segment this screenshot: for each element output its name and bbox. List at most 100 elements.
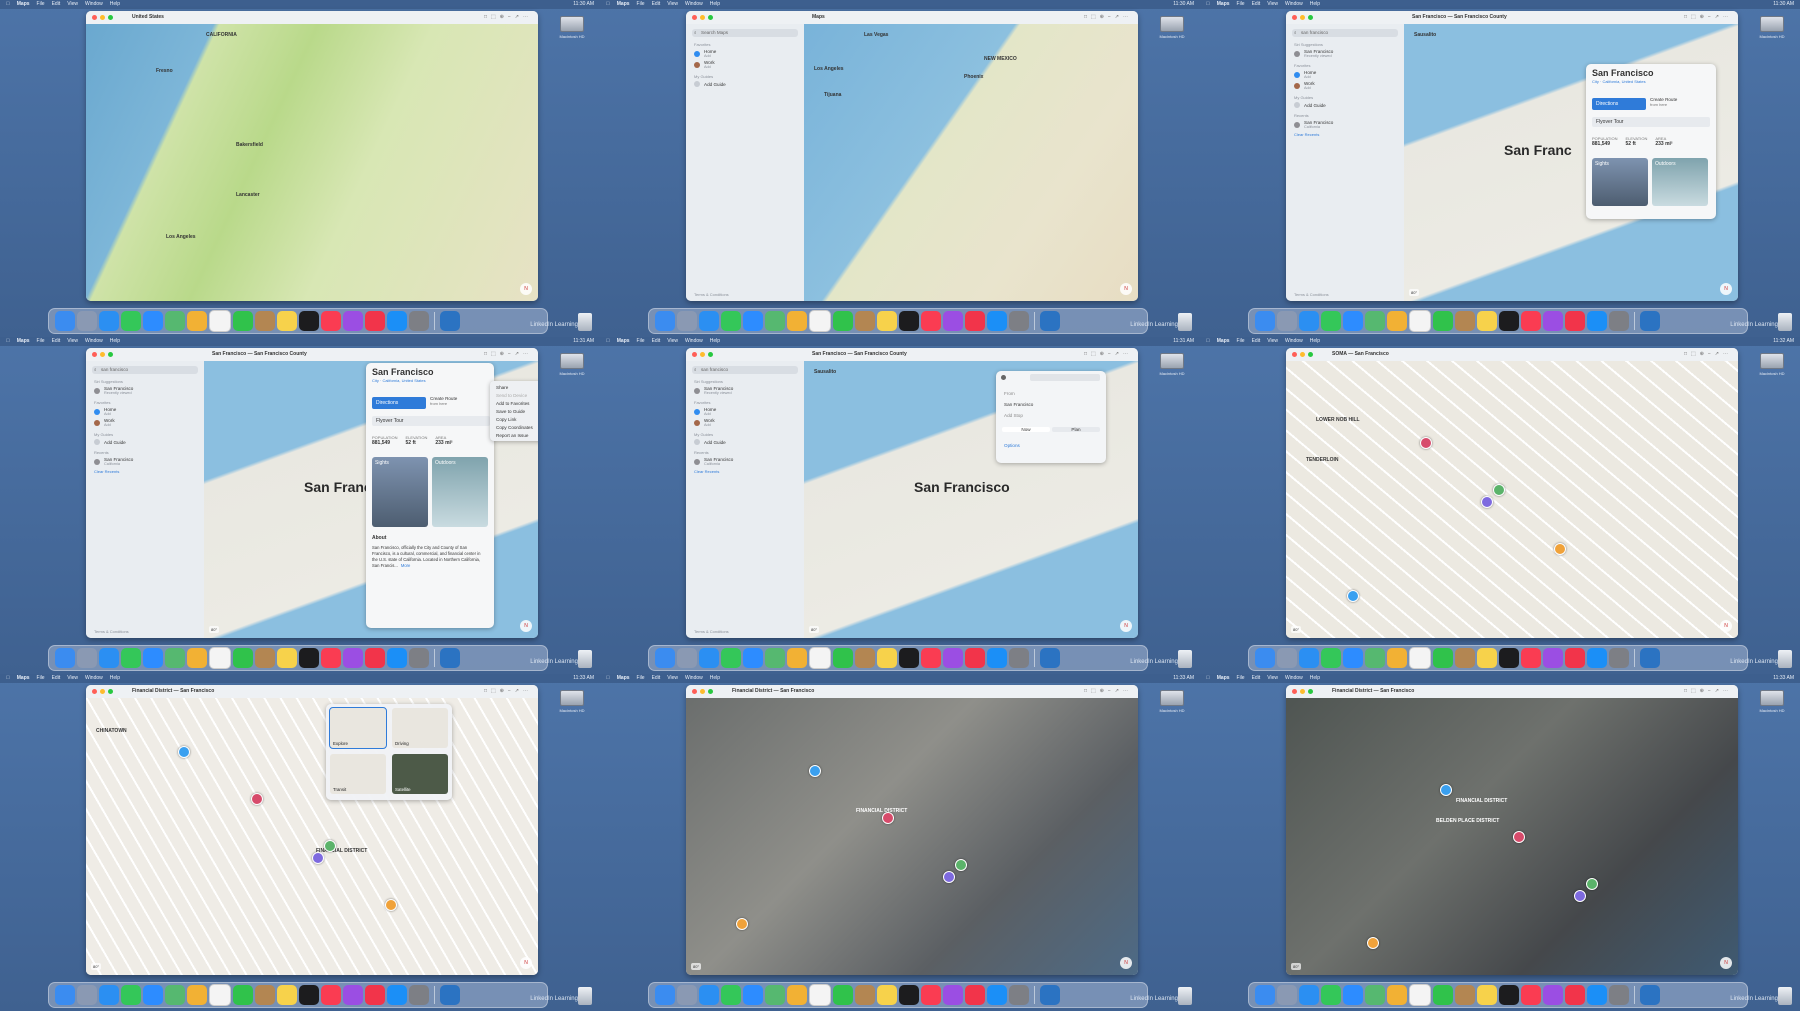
- map-view[interactable]: Las Vegas Los Angeles Tijuana Phoenix NEW ME…: [804, 24, 1138, 301]
- app-store-icon[interactable]: [1587, 311, 1607, 331]
- mail-icon[interactable]: [143, 648, 163, 668]
- map-view[interactable]: FINANCIAL DISTRICT N 80°: [686, 698, 1138, 975]
- app-menu[interactable]: Maps: [17, 0, 30, 9]
- menu-item[interactable]: Help: [710, 0, 720, 9]
- add-guide-item[interactable]: Add Guide: [1294, 102, 1396, 108]
- photos-icon[interactable]: [1387, 648, 1407, 668]
- search-field[interactable]: ⌕ san francisco: [692, 366, 798, 374]
- linkedin-learning-icon[interactable]: [1040, 648, 1060, 668]
- linkedin-learning-icon[interactable]: [1040, 311, 1060, 331]
- safari-icon[interactable]: [699, 985, 719, 1005]
- trash-icon[interactable]: [1778, 987, 1792, 1005]
- poi-pin[interactable]: [1554, 543, 1566, 555]
- mail-icon[interactable]: [1343, 648, 1363, 668]
- clear-recents-link[interactable]: Clear Recents: [94, 469, 196, 474]
- finder-icon[interactable]: [55, 985, 75, 1005]
- music-icon[interactable]: [1521, 311, 1541, 331]
- menu-item[interactable]: File: [37, 337, 45, 346]
- menu-item[interactable]: View: [667, 0, 678, 9]
- trash-icon[interactable]: [578, 650, 592, 668]
- news-icon[interactable]: [1565, 311, 1585, 331]
- podcasts-icon[interactable]: [1543, 985, 1563, 1005]
- launchpad-icon[interactable]: [77, 648, 97, 668]
- poi-pin[interactable]: [882, 812, 894, 824]
- menu-item[interactable]: Edit: [1252, 674, 1261, 683]
- messages-icon[interactable]: [1321, 311, 1341, 331]
- menu-item[interactable]: Window: [85, 337, 103, 346]
- tv-icon[interactable]: [299, 648, 319, 668]
- mail-icon[interactable]: [1343, 311, 1363, 331]
- safari-icon[interactable]: [1299, 311, 1319, 331]
- trash-icon[interactable]: [1778, 313, 1792, 331]
- map-canvas[interactable]: [86, 24, 538, 301]
- photos-icon[interactable]: [787, 648, 807, 668]
- toolbar-icons[interactable]: □⬚⊕−↗⋯: [484, 11, 532, 24]
- tv-icon[interactable]: [1499, 311, 1519, 331]
- news-icon[interactable]: [965, 985, 985, 1005]
- recent-place-item[interactable]: San Francisco Recently viewed: [694, 386, 796, 395]
- launchpad-icon[interactable]: [1277, 985, 1297, 1005]
- system-settings-icon[interactable]: [1009, 985, 1029, 1005]
- linkedin-learning-icon[interactable]: [1640, 648, 1660, 668]
- search-field[interactable]: ⌕ san francisco: [1292, 29, 1398, 37]
- options-link[interactable]: Options: [1004, 443, 1020, 448]
- contacts-icon[interactable]: [855, 985, 875, 1005]
- compass-button[interactable]: N: [1720, 283, 1732, 295]
- close-button[interactable]: [1292, 15, 1297, 20]
- safari-icon[interactable]: [1299, 985, 1319, 1005]
- map-view[interactable]: CHINATOWN FINANCIAL DISTRICT N 80° Explore Dr…: [86, 698, 538, 975]
- menu-item[interactable]: File: [37, 0, 45, 9]
- flyover-tour-button[interactable]: Flyover Tour: [1592, 117, 1710, 127]
- system-settings-icon[interactable]: [1609, 648, 1629, 668]
- menu-item[interactable]: View: [1267, 674, 1278, 683]
- directions-button[interactable]: Directions: [1592, 98, 1646, 110]
- photos-icon[interactable]: [187, 311, 207, 331]
- sights-tile[interactable]: Sights: [372, 457, 428, 527]
- favorite-home[interactable]: Home Add: [694, 407, 796, 416]
- contacts-icon[interactable]: [1455, 648, 1475, 668]
- app-store-icon[interactable]: [387, 648, 407, 668]
- create-route-button[interactable]: Create Route from here: [1650, 97, 1677, 107]
- music-icon[interactable]: [921, 311, 941, 331]
- recent-place-item[interactable]: San Francisco Recently viewed: [1294, 49, 1396, 58]
- menu-item[interactable]: Window: [685, 674, 703, 683]
- compass-button[interactable]: N: [520, 283, 532, 295]
- tv-icon[interactable]: [899, 985, 919, 1005]
- menu-item[interactable]: Help: [110, 674, 120, 683]
- maps-icon[interactable]: [1365, 311, 1385, 331]
- reminders-icon[interactable]: [209, 984, 231, 1006]
- finder-icon[interactable]: [55, 311, 75, 331]
- context-menu-item[interactable]: Share: [490, 383, 538, 391]
- favorite-work[interactable]: Work Add: [694, 418, 796, 427]
- notes-icon[interactable]: [1477, 311, 1497, 331]
- compass-button[interactable]: N: [1120, 620, 1132, 632]
- contacts-icon[interactable]: [255, 311, 275, 331]
- place-meta[interactable]: City · California, United States: [372, 378, 488, 383]
- system-settings-icon[interactable]: [1009, 648, 1029, 668]
- podcasts-icon[interactable]: [943, 985, 963, 1005]
- menu-item[interactable]: Help: [1310, 0, 1320, 9]
- search-field[interactable]: ⌕ Search Maps: [692, 29, 798, 37]
- app-store-icon[interactable]: [387, 985, 407, 1005]
- zoom-button[interactable]: [1308, 15, 1313, 20]
- launchpad-icon[interactable]: [677, 311, 697, 331]
- toolbar-icons[interactable]: □⬚⊕−↗⋯: [1084, 685, 1132, 698]
- trash-icon[interactable]: [578, 313, 592, 331]
- reminders-icon[interactable]: [1409, 984, 1431, 1006]
- mail-icon[interactable]: [743, 648, 763, 668]
- terms-link[interactable]: Terms & Conditions: [694, 292, 729, 297]
- menu-item[interactable]: Window: [1285, 674, 1303, 683]
- messages-icon[interactable]: [721, 311, 741, 331]
- menu-item[interactable]: Edit: [652, 674, 661, 683]
- messages-icon[interactable]: [1321, 648, 1341, 668]
- plan-segment[interactable]: Plan: [1052, 427, 1100, 432]
- podcasts-icon[interactable]: [1543, 311, 1563, 331]
- poi-pin[interactable]: [312, 852, 324, 864]
- toolbar-icons[interactable]: □⬚⊕−↗⋯: [1684, 11, 1732, 24]
- app-menu[interactable]: Maps: [617, 0, 630, 9]
- facetime-icon[interactable]: [833, 648, 853, 668]
- toolbar-icons[interactable]: □⬚⊕−↗⋯: [1684, 685, 1732, 698]
- maps-icon[interactable]: [1365, 648, 1385, 668]
- app-menu[interactable]: Maps: [1217, 674, 1230, 683]
- menu-item[interactable]: View: [667, 674, 678, 683]
